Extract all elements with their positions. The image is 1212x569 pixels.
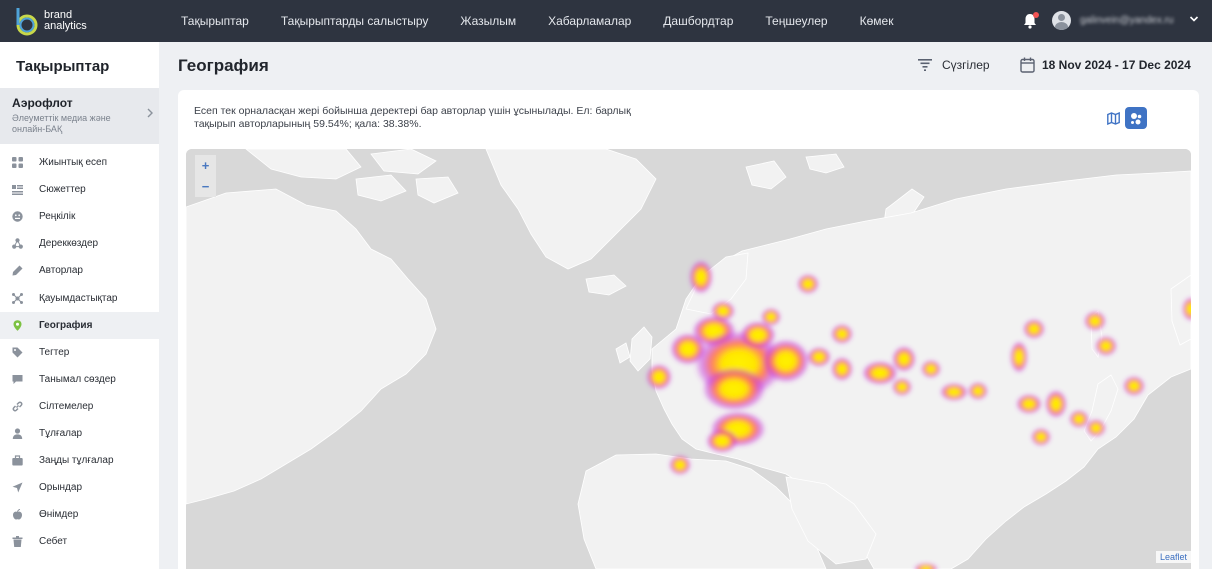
link-icon — [12, 401, 23, 412]
stories-icon — [12, 184, 23, 196]
calendar-icon — [1020, 57, 1035, 73]
sources-icon — [12, 238, 23, 250]
page-title: География — [178, 56, 269, 75]
tag-icon — [12, 347, 23, 358]
navigation-arrow-icon — [12, 482, 23, 493]
notification-dot — [1033, 12, 1039, 18]
sidebar-item-label: Қауымдастықтар — [39, 292, 118, 304]
heatmap-map[interactable]: + − Leaflet — [186, 149, 1191, 569]
sidebar-title: Тақырыптар — [16, 58, 110, 75]
tone-icon — [12, 211, 23, 222]
sidebar-item-sources[interactable]: Дереккөздер — [0, 230, 159, 257]
chat-bubble-icon — [12, 374, 23, 385]
sidebar-item-label: Заңды тұлғалар — [39, 455, 114, 467]
sidebar-item-label: Жиынтық есеп — [39, 157, 107, 169]
sidebar-item-authors[interactable]: Авторлар — [0, 257, 159, 284]
zoom-control: + − — [195, 155, 216, 197]
sidebar-menu: Жиынтық есеп Сюжеттер Реңкілік Дереккөзд… — [0, 149, 159, 555]
sidebar-item-stories[interactable]: Сюжеттер — [0, 176, 159, 203]
sidebar-item-trash[interactable]: Себет — [0, 528, 159, 555]
sidebar-item-products[interactable]: Өнімдер — [0, 501, 159, 528]
sidebar-item-label: География — [39, 319, 93, 331]
main-nav: Тақырыптар Тақырыптарды салыстыру Жазылы… — [165, 0, 909, 42]
sidebar-item-links[interactable]: Сілтемелер — [0, 393, 159, 420]
sidebar-item-label: Сілтемелер — [39, 400, 94, 412]
nav-settings[interactable]: Теңшеулер — [765, 14, 827, 28]
sidebar-item-geography[interactable]: География — [0, 311, 159, 339]
sidebar-item-label: Орындар — [39, 482, 83, 494]
sidebar-item-tags[interactable]: Тегтер — [0, 339, 159, 366]
nav-subscription[interactable]: Жазылым — [460, 14, 516, 28]
nav-compare-topics[interactable]: Тақырыптарды салыстыру — [281, 14, 429, 28]
world-map-canvas — [186, 149, 1191, 569]
sidebar-item-popular-words[interactable]: Танымал сөздер — [0, 366, 159, 393]
communities-icon — [12, 292, 23, 304]
sidebar-item-label: Реңкілік — [39, 211, 76, 223]
heatmap-view-button[interactable] — [1125, 107, 1147, 129]
sidebar-item-label: Тұлғалар — [39, 427, 83, 439]
top-navbar: brand analytics Тақырыптар Тақырыптарды … — [0, 0, 1212, 42]
map-attribution-link[interactable]: Leaflet — [1155, 551, 1191, 563]
geography-card: Есеп тек орналасқан жері бойынша деректе… — [178, 90, 1199, 569]
map-icon — [1106, 111, 1120, 125]
zoom-in-button[interactable]: + — [195, 155, 216, 176]
nav-dashboards[interactable]: Дашбордтар — [663, 14, 733, 28]
grid-icon — [12, 157, 23, 169]
filters-button[interactable]: Сүзгілер — [918, 58, 990, 72]
sidebar-item-legal-entities[interactable]: Заңды тұлғалар — [0, 447, 159, 474]
heatmap-icon — [1130, 112, 1143, 125]
trash-icon — [12, 536, 23, 548]
location-pin-icon — [12, 319, 23, 331]
sidebar-item-label: Танымал сөздер — [39, 373, 116, 385]
project-selector[interactable]: Аэрофлот Әлеуметтік медиа және онлайн-БА… — [0, 88, 159, 144]
filter-icon — [918, 59, 932, 71]
brand-line-2: analytics — [44, 20, 87, 32]
project-name: Аэрофлот — [12, 96, 73, 110]
person-icon — [12, 428, 23, 439]
sidebar-item-persons[interactable]: Тұлғалар — [0, 420, 159, 447]
sidebar-item-places[interactable]: Орындар — [0, 474, 159, 501]
date-range-label: 18 Nov 2024 - 17 Dec 2024 — [1042, 58, 1191, 72]
sidebar-item-summary[interactable]: Жиынтық есеп — [0, 149, 159, 176]
sidebar-item-label: Өнімдер — [39, 509, 79, 521]
brand-logo[interactable]: brand analytics — [14, 3, 124, 39]
sidebar: Тақырыптар Аэрофлот Әлеуметтік медиа жән… — [0, 42, 159, 569]
nav-topics[interactable]: Тақырыптар — [181, 14, 249, 28]
zoom-out-button[interactable]: − — [195, 176, 216, 197]
sidebar-item-tone[interactable]: Реңкілік — [0, 203, 159, 230]
project-description: Әлеуметтік медиа және онлайн-БАҚ — [12, 113, 111, 134]
nav-notifications[interactable]: Хабарламалар — [548, 14, 631, 28]
view-toggle — [1102, 107, 1148, 129]
date-range-picker[interactable]: 18 Nov 2024 - 17 Dec 2024 — [1020, 57, 1191, 73]
sidebar-item-label: Дереккөздер — [39, 238, 99, 250]
apple-icon — [12, 509, 23, 520]
brand-logo-mark — [14, 5, 40, 37]
sidebar-item-label: Сюжеттер — [39, 184, 86, 196]
nav-help[interactable]: Көмек — [860, 14, 894, 28]
sidebar-item-label: Авторлар — [39, 265, 83, 277]
map-view-button[interactable] — [1102, 107, 1124, 129]
chevron-down-icon[interactable] — [1189, 14, 1199, 27]
bell-icon[interactable] — [1021, 12, 1039, 30]
user-email[interactable]: galinvein@yandex.ru — [1080, 15, 1174, 26]
sidebar-item-label: Тегтер — [39, 346, 70, 358]
geography-description: Есеп тек орналасқан жері бойынша деректе… — [194, 105, 631, 130]
pen-icon — [12, 265, 23, 276]
briefcase-icon — [12, 455, 23, 466]
sidebar-item-label: Себет — [39, 536, 68, 548]
filters-label: Сүзгілер — [942, 58, 990, 72]
avatar[interactable] — [1052, 11, 1071, 30]
chevron-right-icon — [146, 107, 154, 122]
sidebar-item-communities[interactable]: Қауымдастықтар — [0, 284, 159, 311]
